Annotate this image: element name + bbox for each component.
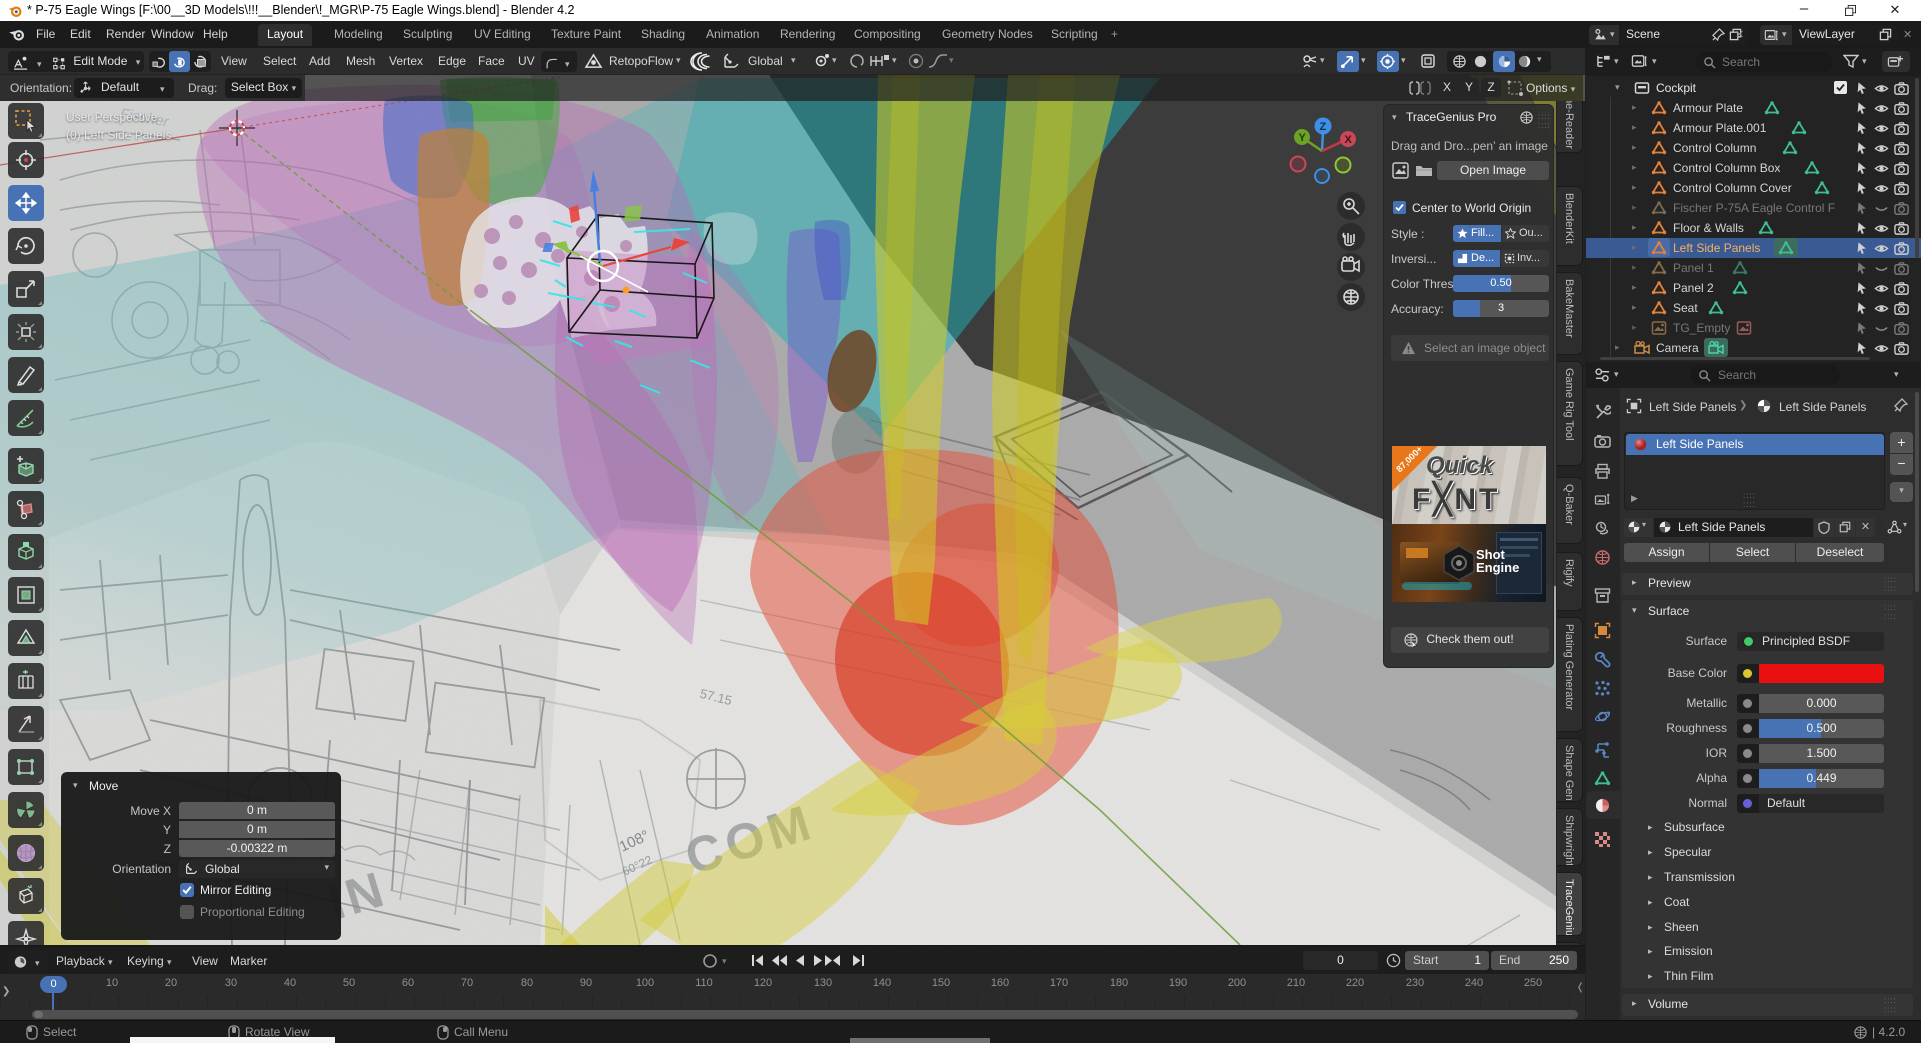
svg-text:Y: Y: [1299, 132, 1307, 144]
svg-text:Z: Z: [1320, 121, 1327, 133]
svg-text:X: X: [1345, 134, 1353, 146]
